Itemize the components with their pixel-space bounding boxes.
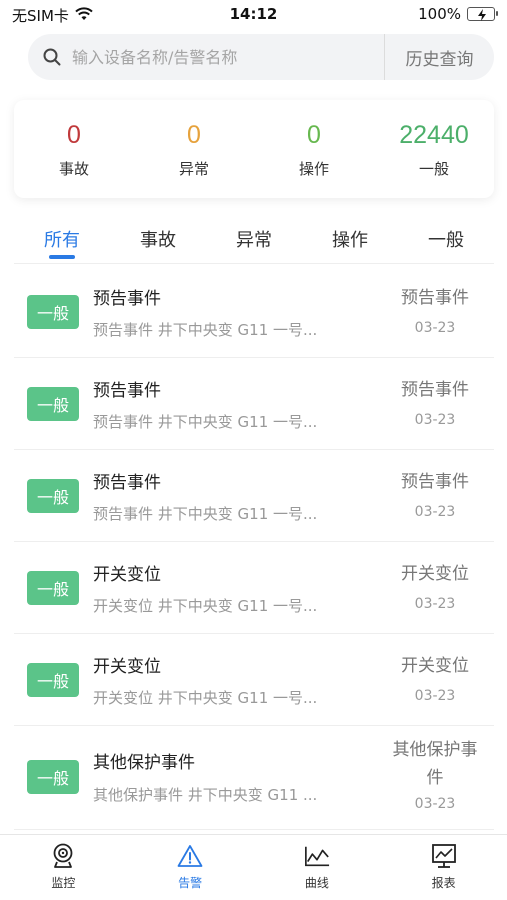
stat-label: 操作 [298, 159, 329, 178]
event-type: 预告事件 [401, 472, 469, 492]
search-input[interactable] [72, 47, 384, 67]
stat-value: 0 [187, 120, 201, 149]
tabbar-label: 报表 [431, 876, 456, 890]
stat-value: 0 [307, 120, 321, 149]
event-title: 预告事件 [93, 289, 161, 309]
level-badge: 一般 [27, 479, 79, 513]
line-chart-icon [304, 843, 330, 869]
alarm-list: 一般 预告事件 预告事件 井下中央变 G11 一号... 预告事件 03-23 … [14, 266, 494, 830]
tabbar-label: 监控 [51, 876, 76, 890]
stat-label: 一般 [418, 159, 449, 178]
list-item[interactable]: 一般 预告事件 预告事件 井下中央变 G11 一号... 预告事件 03-23 [14, 358, 494, 450]
tabbar-report[interactable]: 报表 [380, 835, 507, 900]
list-item[interactable]: 一般 预告事件 预告事件 井下中央变 G11 一号... 预告事件 03-23 [14, 266, 494, 358]
event-description: 预告事件 井下中央变 G11 一号... [93, 321, 318, 339]
event-date: 03-23 [414, 320, 456, 336]
search-bar: 历史查询 [28, 34, 494, 80]
tabbar-alarm[interactable]: 告警 [127, 835, 254, 900]
event-date: 03-23 [414, 688, 456, 704]
event-type: 开关变位 [401, 564, 469, 584]
status-bar: 无SIM卡 14:12 100% [0, 0, 507, 30]
event-date: 03-23 [414, 412, 456, 428]
stat-label: 异常 [178, 159, 209, 178]
list-item[interactable]: 一般 其他保护事件 其他保护事件 井下中央变 G11 ... 其他保护事件 03… [14, 726, 494, 830]
tab-operation[interactable]: 操作 [302, 218, 398, 263]
tabbar-curve[interactable]: 曲线 [254, 835, 381, 900]
event-title: 预告事件 [93, 473, 161, 493]
event-type: 预告事件 [401, 380, 469, 400]
event-type: 预告事件 [401, 288, 469, 308]
event-title: 预告事件 [93, 381, 161, 401]
history-query-button[interactable]: 历史查询 [384, 34, 494, 80]
tabbar-label: 曲线 [304, 876, 329, 890]
search-icon [32, 34, 72, 80]
stat-general[interactable]: 22440 一般 [374, 100, 494, 198]
stats-summary-card: 0 事故 0 异常 0 操作 22440 一般 [14, 100, 494, 198]
level-badge: 一般 [27, 760, 79, 794]
status-right: 100% [418, 5, 498, 23]
list-item[interactable]: 一般 开关变位 开关变位 井下中央变 G11 一号... 开关变位 03-23 [14, 542, 494, 634]
tabbar-monitor[interactable]: 监控 [0, 835, 127, 900]
tab-general[interactable]: 一般 [398, 218, 494, 263]
event-description: 开关变位 井下中央变 G11 一号... [93, 689, 318, 707]
tabbar-label: 告警 [178, 876, 203, 890]
battery-icon [467, 7, 498, 21]
event-title: 开关变位 [93, 565, 161, 585]
stat-operation[interactable]: 0 操作 [254, 100, 374, 198]
warning-icon [177, 843, 203, 869]
bottom-tab-bar: 监控 告警 曲线 报表 [0, 834, 507, 900]
tab-accident[interactable]: 事故 [110, 218, 206, 263]
battery-percent: 100% [418, 5, 461, 23]
event-type: 其他保护事件 [392, 740, 478, 788]
tab-all[interactable]: 所有 [14, 218, 110, 263]
event-description: 预告事件 井下中央变 G11 一号... [93, 413, 318, 431]
list-item[interactable]: 一般 预告事件 预告事件 井下中央变 G11 一号... 预告事件 03-23 [14, 450, 494, 542]
level-badge: 一般 [27, 663, 79, 697]
level-badge: 一般 [27, 295, 79, 329]
event-type: 开关变位 [401, 656, 469, 676]
event-date: 03-23 [414, 504, 456, 520]
stat-label: 事故 [58, 159, 89, 178]
event-date: 03-23 [414, 796, 456, 812]
filter-tabs: 所有 事故 异常 操作 一般 [14, 218, 494, 264]
report-icon [431, 843, 457, 869]
event-description: 其他保护事件 井下中央变 G11 ... [93, 786, 318, 804]
event-description: 开关变位 井下中央变 G11 一号... [93, 597, 318, 615]
event-date: 03-23 [414, 596, 456, 612]
stat-accident[interactable]: 0 事故 [14, 100, 134, 198]
stat-value: 0 [67, 120, 81, 149]
stat-abnormal[interactable]: 0 异常 [134, 100, 254, 198]
level-badge: 一般 [27, 571, 79, 605]
event-title: 其他保护事件 [93, 753, 195, 773]
event-title: 开关变位 [93, 657, 161, 677]
camera-icon [50, 843, 76, 869]
level-badge: 一般 [27, 387, 79, 421]
list-item[interactable]: 一般 开关变位 开关变位 井下中央变 G11 一号... 开关变位 03-23 [14, 634, 494, 726]
stat-value: 22440 [399, 120, 469, 149]
tab-abnormal[interactable]: 异常 [206, 218, 302, 263]
event-description: 预告事件 井下中央变 G11 一号... [93, 505, 318, 523]
